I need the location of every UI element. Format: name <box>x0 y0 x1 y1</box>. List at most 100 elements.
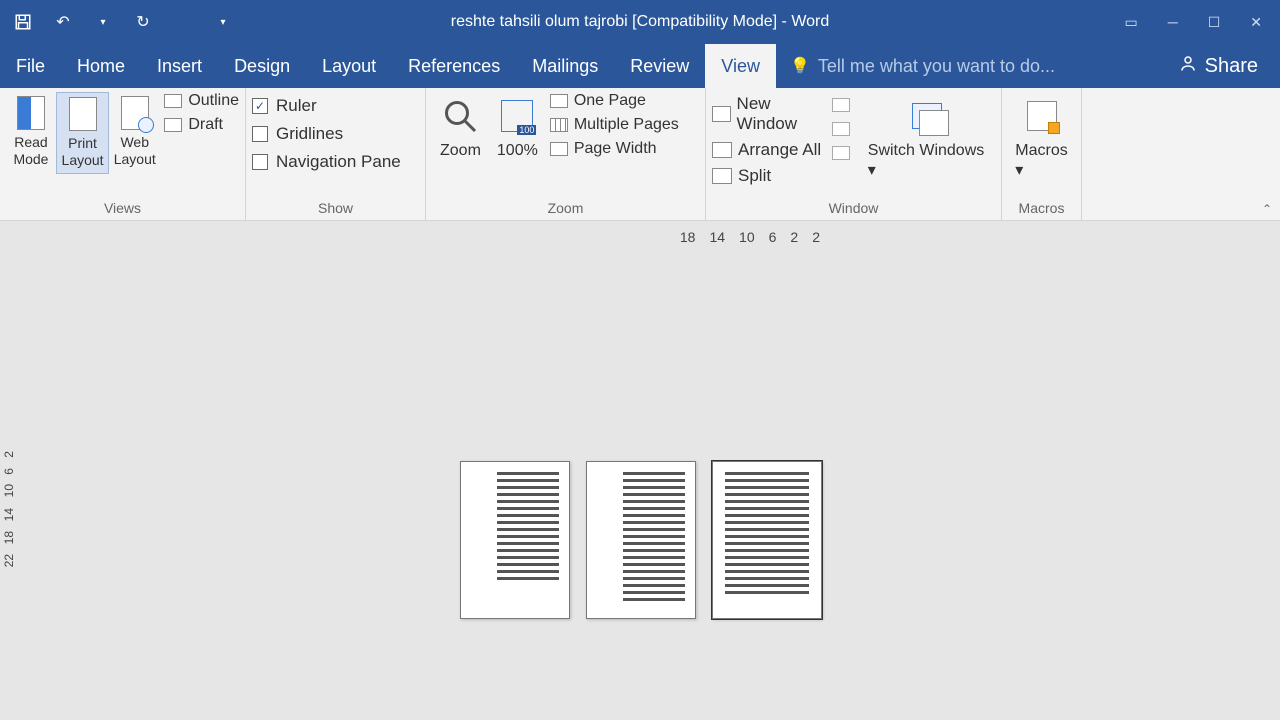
tell-me-placeholder: Tell me what you want to do... <box>818 56 1055 77</box>
checkbox-icon <box>252 126 268 142</box>
draft-icon <box>164 118 182 132</box>
macros-group-label: Macros <box>1002 198 1081 220</box>
tab-mailings[interactable]: Mailings <box>516 44 614 88</box>
one-page-label: One Page <box>574 92 646 110</box>
tab-insert[interactable]: Insert <box>141 44 218 88</box>
gridlines-checkbox[interactable]: Gridlines <box>252 124 401 144</box>
web-layout-icon <box>121 96 149 130</box>
page-thumbnails <box>460 461 822 619</box>
page-thumbnail[interactable] <box>586 461 696 619</box>
qat-customize-icon[interactable]: ▾ <box>212 11 234 33</box>
macros-label: Macros▾ <box>1015 142 1067 180</box>
multi-pages-label: Multiple Pages <box>574 116 679 134</box>
outline-button[interactable]: Outline <box>164 92 239 110</box>
new-window-label: New Window <box>737 94 828 134</box>
new-window-button[interactable]: New Window <box>712 94 828 134</box>
ruler-mark: 14 <box>709 229 725 245</box>
window-group-label: Window <box>706 198 1001 220</box>
web-layout-button[interactable]: Web Layout <box>109 92 160 172</box>
macros-icon <box>1024 96 1060 136</box>
outline-icon <box>164 94 182 108</box>
read-mode-label: Read Mode <box>13 134 48 167</box>
split-icon <box>712 168 732 184</box>
reset-window-icon[interactable] <box>832 146 850 160</box>
tab-file[interactable]: File <box>0 44 61 88</box>
ruler-mark: 2 <box>2 451 16 458</box>
split-label: Split <box>738 166 771 186</box>
read-mode-button[interactable]: Read Mode <box>6 92 56 172</box>
tab-references[interactable]: References <box>392 44 516 88</box>
tab-design[interactable]: Design <box>218 44 306 88</box>
undo-dropdown-icon[interactable]: ▾ <box>92 11 114 33</box>
zoom-button[interactable]: Zoom <box>432 92 489 164</box>
draft-button[interactable]: Draft <box>164 116 239 134</box>
print-layout-button[interactable]: Print Layout <box>56 92 109 174</box>
tab-home[interactable]: Home <box>61 44 141 88</box>
nav-pane-label: Navigation Pane <box>276 152 401 172</box>
multiple-pages-button[interactable]: Multiple Pages <box>550 116 679 134</box>
macros-button[interactable]: Macros▾ <box>1007 92 1075 184</box>
tab-layout[interactable]: Layout <box>306 44 392 88</box>
undo-icon[interactable]: ↶ <box>52 11 74 33</box>
arrange-all-button[interactable]: Arrange All <box>712 140 828 160</box>
page-thumbnail[interactable] <box>712 461 822 619</box>
arrange-all-label: Arrange All <box>738 140 821 160</box>
tell-me-search[interactable]: 💡 Tell me what you want to do... <box>776 44 1157 88</box>
hundred-label: 100% <box>497 142 538 160</box>
ruler-mark: 6 <box>769 229 777 245</box>
vertical-ruler[interactable]: 2 6 10 14 18 22 <box>2 451 16 568</box>
show-group-label: Show <box>246 198 425 220</box>
print-layout-label: Print Layout <box>62 135 104 168</box>
switch-windows-button[interactable]: Switch Windows ▾ <box>860 92 995 184</box>
one-page-icon <box>550 94 568 108</box>
horizontal-ruler[interactable]: 18 14 10 6 2 2 <box>680 229 820 245</box>
redo-icon[interactable]: ↻ <box>132 11 154 33</box>
arrange-all-icon <box>712 142 732 158</box>
tab-review[interactable]: Review <box>614 44 705 88</box>
web-layout-label: Web Layout <box>114 134 156 167</box>
split-button[interactable]: Split <box>712 166 828 186</box>
ruler-mark: 6 <box>2 468 16 475</box>
sync-scrolling-icon[interactable] <box>832 122 850 136</box>
navigation-pane-checkbox[interactable]: Navigation Pane <box>252 152 401 172</box>
zoom-label: Zoom <box>440 142 481 160</box>
page-width-icon <box>550 142 568 156</box>
switch-windows-icon <box>909 96 945 136</box>
hundred-icon: 100 <box>499 96 535 136</box>
page-width-label: Page Width <box>574 140 657 158</box>
share-button[interactable]: Share <box>1157 44 1280 88</box>
switch-windows-label: Switch Windows ▾ <box>868 142 987 180</box>
view-side-by-side-icon[interactable] <box>832 98 850 112</box>
page-width-button[interactable]: Page Width <box>550 140 679 158</box>
share-icon <box>1179 54 1197 78</box>
close-icon[interactable]: ✕ <box>1250 14 1262 31</box>
share-label: Share <box>1205 55 1258 78</box>
ruler-checkbox[interactable]: ✓ Ruler <box>252 96 401 116</box>
views-group-label: Views <box>0 198 245 220</box>
ribbon-display-options-icon[interactable]: ▭ <box>1125 14 1138 31</box>
ruler-label: Ruler <box>276 96 317 116</box>
multi-pages-icon <box>550 118 568 132</box>
collapse-ribbon-icon[interactable]: ⌃ <box>1262 202 1272 216</box>
document-area[interactable]: 18 14 10 6 2 2 2 6 10 14 18 22 <box>0 221 1280 720</box>
new-window-icon <box>712 106 731 122</box>
checkbox-icon <box>252 154 268 170</box>
maximize-icon[interactable]: ☐ <box>1208 14 1221 31</box>
draft-label: Draft <box>188 116 223 134</box>
checkbox-checked-icon: ✓ <box>252 98 268 114</box>
save-icon[interactable] <box>12 11 34 33</box>
page-thumbnail[interactable] <box>460 461 570 619</box>
one-page-button[interactable]: One Page <box>550 92 679 110</box>
ruler-mark: 18 <box>2 531 16 544</box>
window-title: reshte tahsili olum tajrobi [Compatibili… <box>451 13 830 31</box>
ribbon: Read Mode Print Layout Web Layout Outlin… <box>0 88 1280 221</box>
ribbon-tabs: File Home Insert Design Layout Reference… <box>0 44 1280 88</box>
ruler-mark: 14 <box>2 508 16 521</box>
zoom-icon <box>442 96 478 136</box>
tab-view[interactable]: View <box>705 44 776 88</box>
lightbulb-icon: 💡 <box>790 56 810 76</box>
ruler-mark: 2 <box>812 229 820 245</box>
minimize-icon[interactable]: ─ <box>1168 14 1178 31</box>
title-bar: ↶ ▾ ↻ ▾ reshte tahsili olum tajrobi [Com… <box>0 0 1280 44</box>
hundred-percent-button[interactable]: 100 100% <box>489 92 546 164</box>
